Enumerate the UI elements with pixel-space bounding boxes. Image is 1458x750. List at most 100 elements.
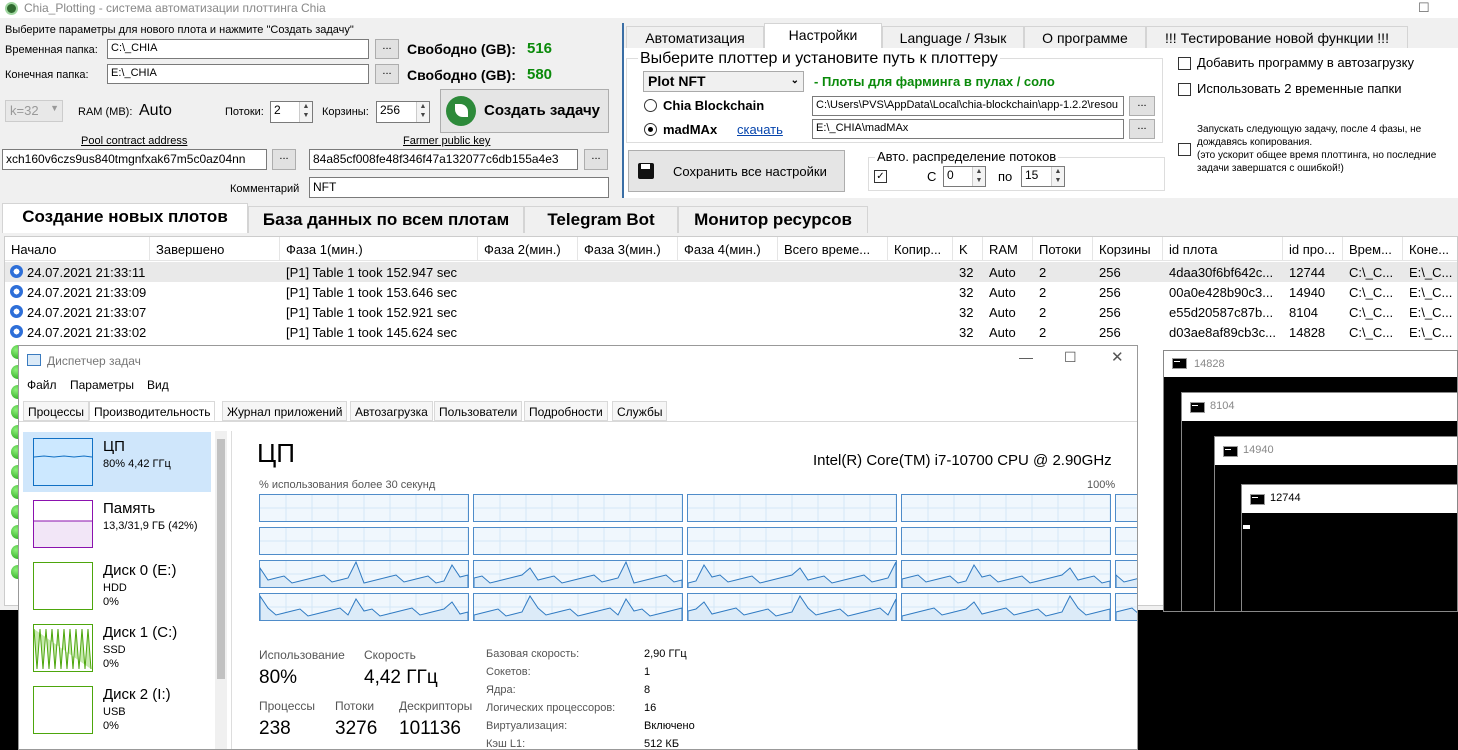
sidebar-scrollbar[interactable]	[215, 431, 227, 749]
column-header[interactable]: Фаза 3(мин.)	[578, 237, 678, 261]
madmax-radio[interactable]	[644, 123, 657, 136]
tab-startup[interactable]: Автозагрузка	[350, 401, 433, 421]
tab-test-feature[interactable]: !!! Тестирование новой функции !!!	[1146, 26, 1408, 48]
column-header[interactable]: K	[953, 237, 983, 261]
thread-from-stepper[interactable]: 0 ▲ ▼	[943, 166, 986, 187]
cpu-core-graph	[901, 593, 1111, 621]
madmax-path-browse-button[interactable]: ...	[1129, 119, 1155, 139]
temp-folder-input[interactable]: C:\_CHIA	[107, 39, 369, 59]
minimize-icon[interactable]: —	[1019, 349, 1033, 365]
close-icon[interactable]: ✕	[1111, 348, 1124, 366]
console-title-bar: 8104	[1182, 393, 1457, 421]
save-settings-button[interactable]: Сохранить все настройки	[628, 150, 845, 192]
autostart-checkbox[interactable]	[1178, 57, 1191, 70]
column-header[interactable]: Фаза 2(мин.)	[478, 237, 578, 261]
two-temp-checkbox[interactable]	[1178, 83, 1191, 96]
tab-services[interactable]: Службы	[612, 401, 668, 421]
chia-blockchain-radio[interactable]	[644, 99, 657, 112]
farmer-key-browse-button[interactable]: ...	[584, 149, 608, 170]
thread-distribution-checkbox[interactable]: ✓	[874, 170, 887, 183]
free-final-label: Свободно (GB):	[407, 67, 516, 83]
column-header[interactable]: Начало	[5, 237, 150, 261]
tab-about[interactable]: О программе	[1024, 26, 1146, 48]
column-header[interactable]: RAM	[983, 237, 1033, 261]
sidebar-item-cpu[interactable]: ЦП 80% 4,42 ГГц	[23, 432, 211, 492]
sidebar-item-detail: HDD	[103, 582, 127, 594]
table-cell	[150, 262, 280, 282]
sidebar-item-disk-2[interactable]: Диск 2 (I:) USB 0%	[23, 680, 211, 740]
sidebar-item-disk-0[interactable]: Диск 0 (E:) HDD 0%	[23, 556, 211, 616]
final-folder-browse-button[interactable]: ...	[375, 64, 399, 84]
task-manager-window: Диспетчер задач — ☐ ✕ Файл Параметры Вид…	[18, 345, 1138, 750]
table-cell: 2	[1039, 265, 1047, 280]
tab-details[interactable]: Подробности	[524, 401, 608, 421]
cpu-core-graph	[901, 560, 1111, 588]
comment-input[interactable]: NFT	[309, 177, 609, 198]
table-cell	[478, 322, 578, 342]
final-folder-input[interactable]: E:\_CHIA	[107, 64, 369, 84]
sidebar-item-memory[interactable]: Память 13,3/31,9 ГБ (42%)	[23, 494, 211, 554]
column-header[interactable]: id плота	[1163, 237, 1283, 261]
temp-folder-browse-button[interactable]: ...	[375, 39, 399, 59]
column-header[interactable]: Копир...	[888, 237, 953, 261]
tab-plots-database[interactable]: База данных по всем плотам	[248, 206, 524, 233]
column-header[interactable]: id про...	[1283, 237, 1343, 261]
maximize-icon[interactable]: ☐	[1418, 0, 1430, 16]
table-cell: 24.07.2021 21:33:11	[27, 265, 146, 280]
menu-file[interactable]: Файл	[27, 378, 57, 392]
tab-telegram-bot[interactable]: Telegram Bot	[524, 206, 678, 233]
maximize-icon[interactable]: ☐	[1064, 349, 1077, 366]
next-task-text: Запускать следующую задачу, после 4 фазы…	[1197, 124, 1422, 148]
tab-performance[interactable]: Производительность	[89, 401, 216, 421]
tab-users[interactable]: Пользователи	[434, 401, 523, 421]
column-header[interactable]: Врем...	[1343, 237, 1403, 261]
column-header[interactable]: Фаза 1(мин.)	[280, 237, 478, 261]
cpu-core-graph	[259, 494, 469, 522]
tab-create-plots[interactable]: Создание новых плотов	[2, 203, 248, 233]
table-cell	[778, 282, 888, 302]
table-row[interactable]: 24.07.2021 21:33:07 [P1] Table 1 took 152…	[5, 302, 1457, 322]
sidebar-item-detail: SSD	[103, 644, 126, 656]
stepper-arrows-icon[interactable]: ▲ ▼	[1051, 167, 1064, 186]
stepper-arrows-icon[interactable]: ▲ ▼	[416, 102, 429, 122]
tab-app-history[interactable]: Журнал приложений	[222, 401, 348, 421]
tab-settings[interactable]: Настройки	[764, 23, 882, 48]
stepper-arrows-icon[interactable]: ▲ ▼	[972, 167, 985, 186]
menu-view[interactable]: Вид	[147, 378, 169, 392]
column-header[interactable]: Потоки	[1033, 237, 1093, 261]
tab-automation[interactable]: Автоматизация	[626, 26, 764, 48]
threads-stepper[interactable]: 2 ▲ ▼	[270, 101, 313, 123]
farmer-key-input[interactable]: 84a85cf008fe48f346f47a132077c6db155a4e3	[309, 149, 578, 170]
column-header[interactable]: Завершено	[150, 237, 280, 261]
table-row[interactable]: 24.07.2021 21:33:02 [P1] Table 1 took 145…	[5, 322, 1457, 342]
stepper-arrows-icon[interactable]: ▲ ▼	[299, 102, 312, 122]
sidebar-item-disk-1[interactable]: Диск 1 (C:) SSD 0%	[23, 618, 211, 678]
table-row[interactable]: 24.07.2021 21:33:09 [P1] Table 1 took 153…	[5, 282, 1457, 302]
column-header[interactable]: Всего време...	[778, 237, 888, 261]
table-cell: 14940	[1289, 285, 1326, 300]
menu-options[interactable]: Параметры	[70, 378, 134, 392]
column-header[interactable]: Корзины	[1093, 237, 1163, 261]
buckets-stepper[interactable]: 256 ▲ ▼	[376, 101, 430, 123]
tab-resource-monitor[interactable]: Монитор ресурсов	[678, 206, 868, 233]
plot-type-select[interactable]: Plot NFT ⌄	[643, 71, 804, 92]
pool-address-browse-button[interactable]: ...	[272, 149, 296, 170]
console-title: 14828	[1194, 358, 1225, 370]
column-header[interactable]: Фаза 4(мин.)	[678, 237, 778, 261]
madmax-path-input[interactable]: E:\_CHIA\madMAx	[812, 119, 1124, 139]
pool-address-input[interactable]: xch160v6czs9us840tmgnfxak67m5c0az04nn	[2, 149, 267, 170]
table-row[interactable]: 24.07.2021 21:33:11 [P1] Table 1 took 152…	[5, 262, 1457, 282]
create-task-button[interactable]: Создать задачу	[440, 89, 609, 133]
table-cell: [P1] Table 1 took 152.947 sec	[286, 265, 458, 280]
next-task-checkbox[interactable]	[1178, 143, 1191, 156]
console-window-12744[interactable]: 12744	[1241, 484, 1458, 612]
detail-key: Виртуализация:	[486, 720, 568, 732]
column-header[interactable]: Коне...	[1403, 237, 1457, 261]
madmax-download-link[interactable]: скачать	[737, 122, 783, 137]
thread-to-stepper[interactable]: 15 ▲ ▼	[1021, 166, 1065, 187]
chia-path-browse-button[interactable]: ...	[1129, 96, 1155, 116]
tab-processes[interactable]: Процессы	[23, 401, 90, 421]
k-size-select[interactable]: k=32 ▼	[5, 100, 63, 122]
chia-path-input[interactable]: C:\Users\PVS\AppData\Local\chia-blockcha…	[812, 96, 1124, 116]
tab-language[interactable]: Language / Язык	[882, 26, 1024, 48]
